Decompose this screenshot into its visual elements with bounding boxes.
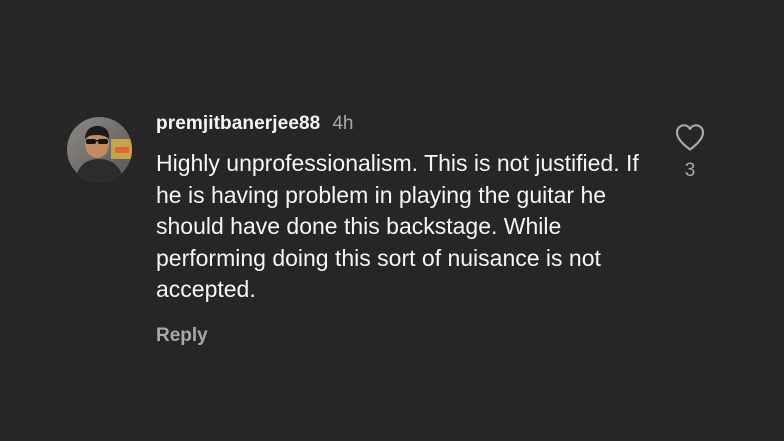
username-link[interactable]: premjitbanerjee88 (156, 113, 320, 135)
comment-meta: premjitbanerjee88 4h (156, 113, 676, 139)
like-group: 3 (674, 122, 706, 182)
comment: premjitbanerjee88 4h Highly unprofession… (0, 0, 784, 441)
avatar[interactable] (67, 117, 132, 182)
avatar-image (67, 117, 132, 182)
timestamp: 4h (332, 113, 354, 134)
comment-text: Highly unprofessionalism. This is not ju… (156, 150, 639, 302)
heart-outline-icon[interactable] (674, 122, 706, 152)
reply-button[interactable]: Reply (156, 325, 208, 347)
like-count: 3 (684, 160, 696, 181)
comment-body: premjitbanerjee88 4h Highly unprofession… (156, 113, 676, 347)
